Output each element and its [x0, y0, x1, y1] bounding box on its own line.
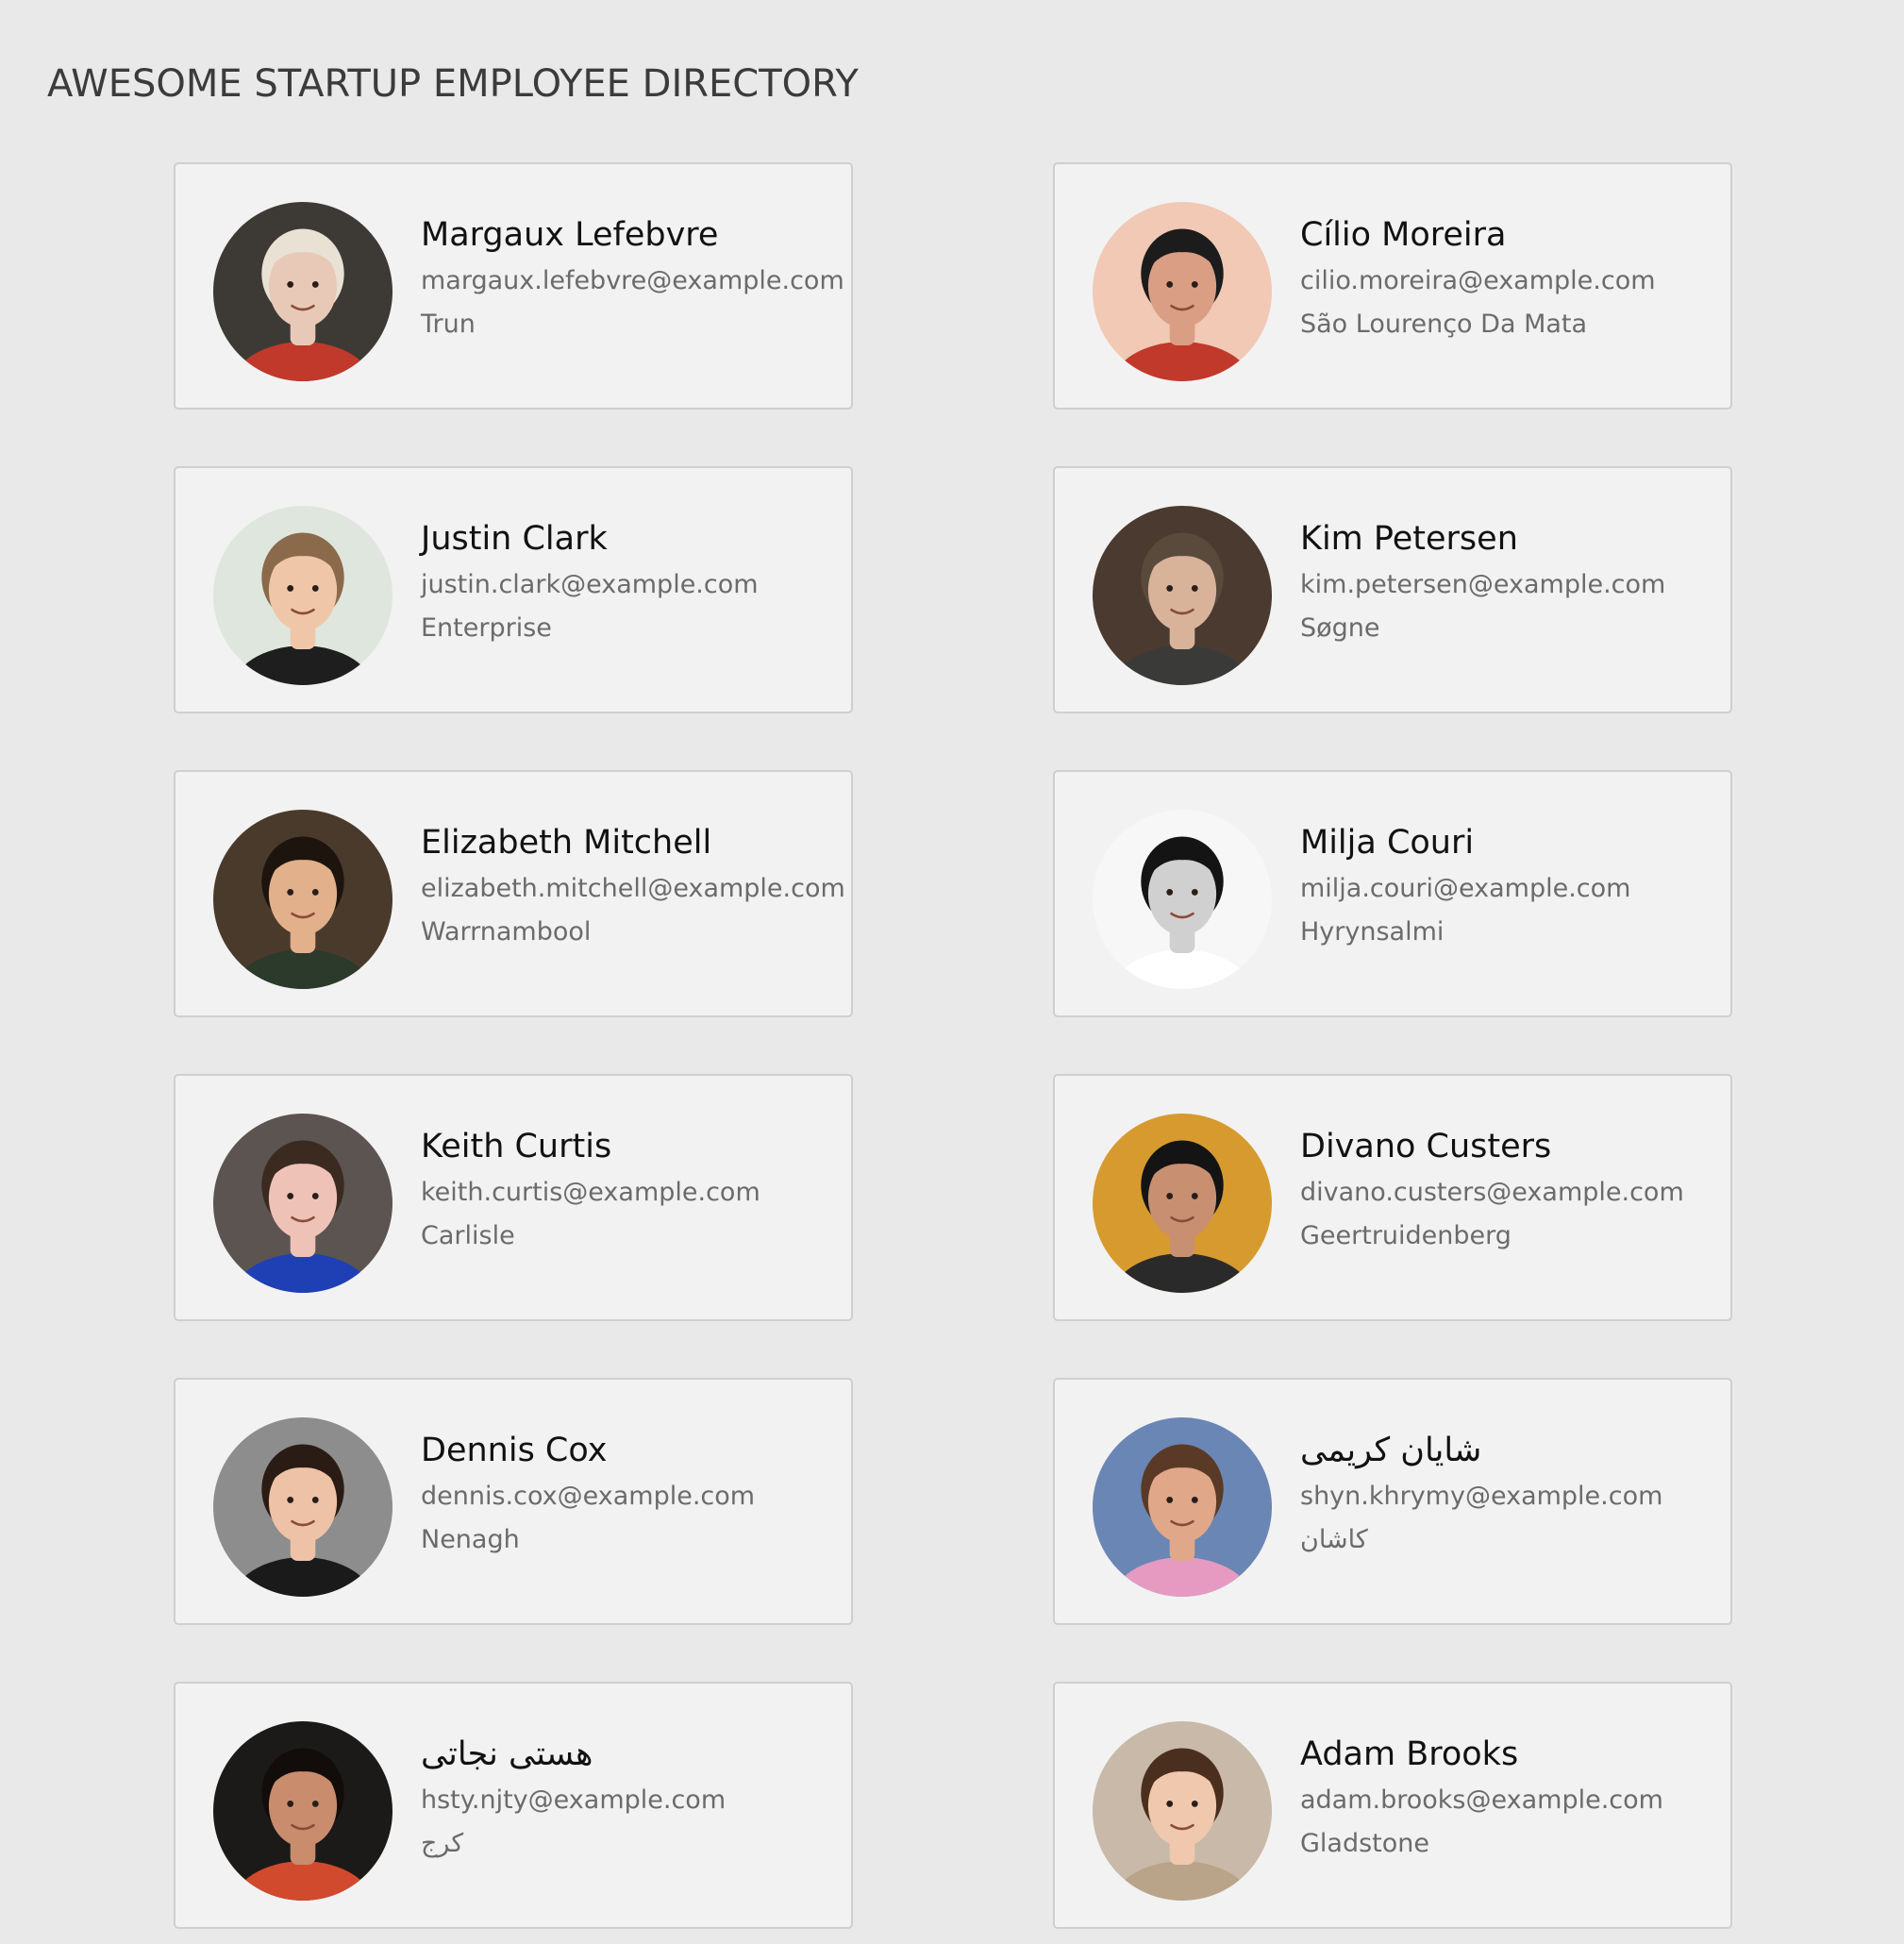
- employee-email: hsty.njty@example.com: [421, 1785, 727, 1815]
- employee-email: dennis.cox@example.com: [421, 1482, 756, 1511]
- employee-info: Milja Couri milja.couri@example.com Hyry…: [1300, 821, 1717, 949]
- employee-email: divano.custers@example.com: [1300, 1178, 1684, 1207]
- employee-name: Margaux Lefebvre: [421, 216, 719, 254]
- employee-name: Dennis Cox: [421, 1432, 608, 1469]
- employee-card[interactable]: Justin Clark justin.clark@example.com En…: [174, 466, 853, 713]
- avatar: [1093, 506, 1272, 685]
- employee-info: هستی نجاتی hsty.njty@example.com کرج: [421, 1733, 838, 1861]
- employee-info: Justin Clark justin.clark@example.com En…: [421, 517, 838, 645]
- employee-email: adam.brooks@example.com: [1300, 1785, 1663, 1815]
- portrait-image: [1093, 1417, 1272, 1597]
- employee-card[interactable]: Divano Custers divano.custers@example.co…: [1053, 1074, 1732, 1321]
- employee-card[interactable]: Cílio Moreira cilio.moreira@example.com …: [1053, 162, 1732, 410]
- employee-card[interactable]: Dennis Cox dennis.cox@example.com Nenagh: [174, 1378, 853, 1625]
- employee-city: Geertruidenberg: [1300, 1221, 1512, 1250]
- avatar: [213, 202, 392, 381]
- employee-email: elizabeth.mitchell@example.com: [421, 874, 845, 903]
- employee-card[interactable]: شایان کریمی shyn.khrymy@example.com کاشا…: [1053, 1378, 1732, 1625]
- portrait-image: [213, 1114, 392, 1293]
- avatar: [213, 1721, 392, 1901]
- employee-name: Cílio Moreira: [1300, 216, 1507, 254]
- avatar: [213, 506, 392, 685]
- employee-city: کاشان: [1300, 1525, 1368, 1554]
- employee-card[interactable]: Margaux Lefebvre margaux.lefebvre@exampl…: [174, 162, 853, 410]
- avatar: [213, 810, 392, 989]
- portrait-image: [1093, 1114, 1272, 1293]
- employee-city: Carlisle: [421, 1221, 515, 1250]
- employee-info: شایان کریمی shyn.khrymy@example.com کاشا…: [1300, 1429, 1717, 1557]
- page-title: AWESOME STARTUP EMPLOYEE DIRECTORY: [47, 62, 859, 106]
- portrait-image: [1093, 810, 1272, 989]
- employee-name: Justin Clark: [421, 520, 608, 558]
- employee-name: Milja Couri: [1300, 824, 1475, 862]
- portrait-image: [213, 1721, 392, 1901]
- employee-name: Keith Curtis: [421, 1128, 612, 1165]
- employee-card[interactable]: Kim Petersen kim.petersen@example.com Sø…: [1053, 466, 1732, 713]
- portrait-image: [213, 810, 392, 989]
- employee-name: Adam Brooks: [1300, 1735, 1519, 1773]
- employee-card[interactable]: Adam Brooks adam.brooks@example.com Glad…: [1053, 1682, 1732, 1929]
- portrait-image: [213, 202, 392, 381]
- portrait-image: [1093, 506, 1272, 685]
- employee-grid: Margaux Lefebvre margaux.lefebvre@exampl…: [174, 162, 1734, 1929]
- avatar: [213, 1417, 392, 1597]
- employee-city: Hyrynsalmi: [1300, 917, 1445, 947]
- employee-city: Nenagh: [421, 1525, 520, 1554]
- employee-city: کرج: [421, 1829, 464, 1858]
- portrait-image: [213, 1417, 392, 1597]
- employee-name: شایان کریمی: [1300, 1432, 1482, 1469]
- employee-info: Adam Brooks adam.brooks@example.com Glad…: [1300, 1733, 1717, 1861]
- employee-email: cilio.moreira@example.com: [1300, 266, 1656, 295]
- employee-name: Kim Petersen: [1300, 520, 1518, 558]
- employee-email: keith.curtis@example.com: [421, 1178, 760, 1207]
- avatar: [1093, 202, 1272, 381]
- employee-name: Elizabeth Mitchell: [421, 824, 712, 862]
- employee-name: Divano Custers: [1300, 1128, 1552, 1165]
- employee-card[interactable]: Milja Couri milja.couri@example.com Hyry…: [1053, 770, 1732, 1017]
- employee-city: Warrnambool: [421, 917, 592, 947]
- employee-info: Elizabeth Mitchell elizabeth.mitchell@ex…: [421, 821, 845, 949]
- employee-card[interactable]: هستی نجاتی hsty.njty@example.com کرج: [174, 1682, 853, 1929]
- employee-email: kim.petersen@example.com: [1300, 570, 1666, 599]
- employee-city: Enterprise: [421, 613, 552, 643]
- employee-email: margaux.lefebvre@example.com: [421, 266, 844, 295]
- avatar: [1093, 1114, 1272, 1293]
- portrait-image: [213, 506, 392, 685]
- portrait-image: [1093, 202, 1272, 381]
- avatar: [1093, 1721, 1272, 1901]
- employee-info: Divano Custers divano.custers@example.co…: [1300, 1125, 1717, 1253]
- employee-city: Trun: [421, 310, 476, 339]
- employee-info: Cílio Moreira cilio.moreira@example.com …: [1300, 213, 1717, 342]
- employee-city: Gladstone: [1300, 1829, 1430, 1858]
- employee-info: Dennis Cox dennis.cox@example.com Nenagh: [421, 1429, 838, 1557]
- employee-card[interactable]: Elizabeth Mitchell elizabeth.mitchell@ex…: [174, 770, 853, 1017]
- employee-city: São Lourenço Da Mata: [1300, 310, 1588, 339]
- avatar: [213, 1114, 392, 1293]
- employee-email: shyn.khrymy@example.com: [1300, 1482, 1663, 1511]
- avatar: [1093, 1417, 1272, 1597]
- portrait-image: [1093, 1721, 1272, 1901]
- avatar: [1093, 810, 1272, 989]
- employee-email: milja.couri@example.com: [1300, 874, 1631, 903]
- employee-info: Kim Petersen kim.petersen@example.com Sø…: [1300, 517, 1717, 645]
- employee-info: Keith Curtis keith.curtis@example.com Ca…: [421, 1125, 838, 1253]
- employee-info: Margaux Lefebvre margaux.lefebvre@exampl…: [421, 213, 844, 342]
- employee-city: Søgne: [1300, 613, 1380, 643]
- employee-email: justin.clark@example.com: [421, 570, 759, 599]
- employee-name: هستی نجاتی: [421, 1735, 593, 1773]
- employee-card[interactable]: Keith Curtis keith.curtis@example.com Ca…: [174, 1074, 853, 1321]
